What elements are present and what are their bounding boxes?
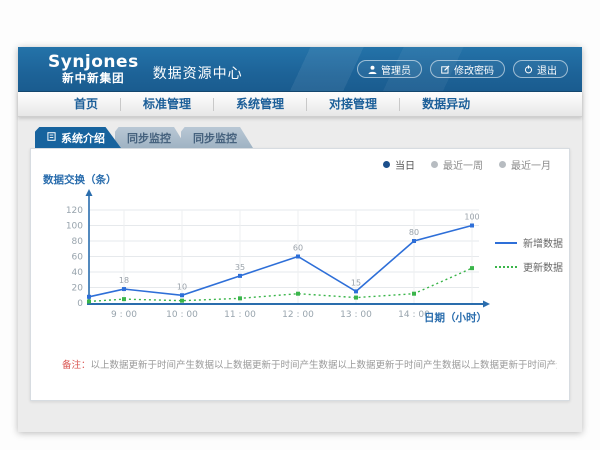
data-point-marker bbox=[122, 287, 126, 291]
user-actions: 管理员 修改密码 退出 bbox=[357, 60, 568, 78]
line-chart: 0 20 40 60 80 100 120 9 : 00 10 : 00 11 : 00 12 : … bbox=[31, 149, 571, 354]
data-point-marker bbox=[87, 299, 91, 303]
data-point-marker bbox=[354, 289, 358, 293]
power-icon bbox=[524, 65, 533, 74]
legend-label: 更新数据 bbox=[523, 259, 563, 274]
page-title: 数据资源中心 bbox=[153, 55, 243, 83]
footnote: 备注：以上数据更新于时间产生数据以上数据更新于时间产生数据以上数据更新于时间产生… bbox=[62, 357, 557, 371]
blue-solid-line-icon bbox=[495, 242, 517, 244]
radio-dot-icon bbox=[383, 161, 390, 168]
range-option-label: 最近一月 bbox=[511, 157, 551, 172]
y-tick-label: 100 bbox=[66, 222, 83, 232]
footnote-text: 以上数据更新于时间产生数据以上数据更新于时间产生数据以上数据更新于时间产生数据以… bbox=[91, 360, 557, 371]
y-tick-label: 120 bbox=[66, 206, 83, 216]
content-card: 系统介绍 同步监控 同步监控 当日 bbox=[30, 127, 570, 401]
data-point-marker bbox=[470, 224, 474, 228]
change-password-button[interactable]: 修改密码 bbox=[430, 60, 505, 78]
data-point-label: 15 bbox=[351, 278, 361, 287]
range-option-last-week[interactable]: 最近一周 bbox=[431, 157, 483, 172]
range-option-today[interactable]: 当日 bbox=[383, 157, 415, 172]
data-point-label: 18 bbox=[119, 276, 129, 285]
y-tick-label: 40 bbox=[72, 268, 84, 278]
radio-dot-icon bbox=[499, 161, 506, 168]
x-tick-label: 9 : 00 bbox=[111, 310, 137, 320]
tab-bar: 系统介绍 同步监控 同步监控 bbox=[30, 127, 570, 148]
data-point-marker bbox=[354, 296, 358, 300]
data-point-marker bbox=[412, 292, 416, 296]
x-tick-label: 12 : 00 bbox=[282, 310, 314, 320]
nav-item-standards[interactable]: 标准管理 bbox=[120, 98, 213, 111]
x-axis-arrow-icon bbox=[483, 301, 490, 308]
data-point-marker bbox=[238, 274, 242, 278]
y-axis-title: 数据交换（条） bbox=[42, 173, 117, 186]
data-point-marker bbox=[180, 293, 184, 297]
logout-label: 退出 bbox=[537, 62, 557, 77]
brand-name-en: Synjones bbox=[48, 54, 139, 72]
admin-user-label: 管理员 bbox=[381, 62, 411, 77]
legend-label: 新增数据 bbox=[523, 235, 563, 250]
brand-name-cn: 新中新集团 bbox=[48, 72, 139, 84]
change-password-label: 修改密码 bbox=[454, 62, 494, 77]
data-point-marker bbox=[470, 266, 474, 270]
x-tick-label: 13 : 00 bbox=[340, 310, 372, 320]
range-option-label: 当日 bbox=[395, 157, 415, 172]
app-header: Synjones 新中新集团 数据资源中心 管理员 修改密码 bbox=[18, 47, 582, 92]
nav-item-interface[interactable]: 对接管理 bbox=[306, 98, 399, 111]
series-legend: 新增数据 更新数据 bbox=[495, 235, 563, 274]
radio-dot-icon bbox=[431, 161, 438, 168]
screen: Synjones 新中新集团 数据资源中心 管理员 修改密码 bbox=[0, 0, 600, 450]
data-point-label: 100 bbox=[464, 213, 479, 222]
legend-item-updated-data[interactable]: 更新数据 bbox=[495, 259, 563, 274]
green-dotted-line-icon bbox=[495, 266, 517, 268]
y-tick-label: 0 bbox=[77, 299, 83, 309]
document-icon bbox=[47, 131, 56, 144]
range-option-last-month[interactable]: 最近一月 bbox=[499, 157, 551, 172]
nav-item-data-change[interactable]: 数据异动 bbox=[399, 98, 492, 111]
brand-logo[interactable]: Synjones 新中新集团 bbox=[48, 54, 139, 84]
tab-system-intro[interactable]: 系统介绍 bbox=[35, 127, 121, 148]
data-point-label: 80 bbox=[409, 228, 419, 237]
footnote-prefix: 备注： bbox=[62, 360, 91, 371]
chart-panel: 当日 最近一周 最近一月 0 20 40 60 80 100 120 9 : 00 10 : 0… bbox=[30, 148, 570, 401]
data-point-marker bbox=[180, 299, 184, 303]
tab-label: 系统介绍 bbox=[61, 130, 105, 146]
nav-item-home[interactable]: 首页 bbox=[52, 98, 120, 111]
series-line-更新数据 bbox=[89, 268, 472, 301]
data-point-label: 10 bbox=[177, 282, 187, 291]
user-icon bbox=[368, 65, 377, 74]
page-body: 系统介绍 同步监控 同步监控 当日 bbox=[18, 117, 582, 431]
admin-user-button[interactable]: 管理员 bbox=[357, 60, 422, 78]
data-point-label: 60 bbox=[293, 244, 303, 253]
logout-button[interactable]: 退出 bbox=[513, 60, 568, 78]
time-range-filter: 当日 最近一周 最近一月 bbox=[383, 157, 551, 172]
main-nav: 首页 标准管理 系统管理 对接管理 数据异动 bbox=[18, 92, 582, 117]
x-axis-title: 日期（小时） bbox=[424, 311, 487, 324]
tab-sync-monitor-1[interactable]: 同步监控 bbox=[115, 127, 187, 148]
data-point-marker bbox=[122, 297, 126, 301]
legend-item-new-data[interactable]: 新增数据 bbox=[495, 235, 563, 250]
data-point-label: 35 bbox=[235, 263, 245, 272]
data-point-marker bbox=[412, 239, 416, 243]
range-option-label: 最近一周 bbox=[443, 157, 483, 172]
data-point-marker bbox=[296, 255, 300, 259]
data-point-marker bbox=[87, 295, 91, 299]
x-tick-label: 10 : 00 bbox=[166, 310, 198, 320]
y-tick-label: 60 bbox=[72, 253, 84, 263]
nav-item-system[interactable]: 系统管理 bbox=[213, 98, 306, 111]
y-tick-label: 20 bbox=[72, 284, 84, 294]
y-tick-label: 80 bbox=[72, 237, 84, 247]
tab-sync-monitor-2[interactable]: 同步监控 bbox=[181, 127, 253, 148]
edit-icon bbox=[441, 65, 450, 74]
app-window: Synjones 新中新集团 数据资源中心 管理员 修改密码 bbox=[18, 47, 582, 432]
tab-label: 同步监控 bbox=[193, 130, 237, 146]
x-tick-label: 11 : 00 bbox=[224, 310, 256, 320]
data-point-marker bbox=[238, 296, 242, 300]
data-point-marker bbox=[296, 292, 300, 296]
y-axis-arrow-icon bbox=[86, 189, 93, 196]
tab-label: 同步监控 bbox=[127, 130, 171, 146]
